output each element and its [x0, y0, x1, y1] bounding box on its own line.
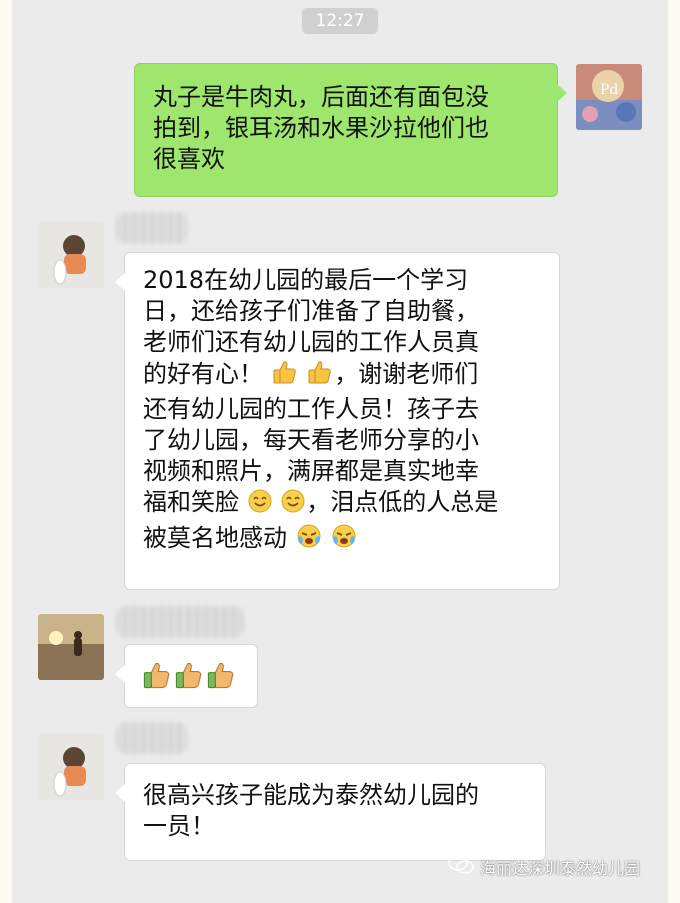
timestamp: 12:27 [302, 8, 378, 34]
sender-name-blurred [116, 212, 188, 244]
sender-avatar[interactable] [38, 614, 104, 680]
message-line: 福和笑脸 ，泪点低的人总是 [143, 487, 541, 522]
wechat-icon [448, 855, 474, 879]
message-line: 的好有心！ ，谢谢老师们 [143, 358, 541, 394]
message-line: 视频和照片，满屏都是真实地幸 [143, 457, 479, 485]
avatar-image [38, 734, 104, 800]
incoming-message-bubble[interactable] [115, 644, 258, 708]
message-line: 了幼儿园，每天看老师分享的小 [143, 426, 479, 454]
svg-text:Pd: Pd [600, 82, 618, 98]
message-line: 丸子是牛肉丸，后面还有面包没 [153, 83, 489, 111]
watermark: 海丽达深圳泰然幼儿园 [448, 855, 640, 879]
sender-name-blurred [116, 722, 188, 754]
message-line: 很喜欢 [153, 145, 225, 173]
crying-face-icon [330, 522, 358, 558]
message-text: 福和笑脸 [143, 488, 239, 516]
message-line: 拍到，银耳汤和水果沙拉他们也 [153, 114, 489, 142]
message-text: 的好有心！ [143, 360, 263, 388]
message-line: 很高兴孩子能成为泰然幼儿园的 [143, 781, 479, 809]
my-avatar[interactable]: Pd [576, 64, 642, 130]
sender-name-blurred [116, 606, 244, 638]
thumbs-up-icon [141, 659, 173, 699]
incoming-message-bubble[interactable]: 2018在幼儿园的最后一个学习 日，还给孩子们准备了自助餐， 老师们还有幼儿园的… [115, 252, 560, 590]
thumbs-up-icon [205, 659, 237, 699]
message-line: 还有幼儿园的工作人员！孩子去 [143, 395, 479, 423]
smile-icon [247, 488, 273, 522]
message-text: ，谢谢老师们 [334, 360, 479, 388]
crying-face-icon [295, 522, 323, 558]
avatar-image [38, 222, 104, 288]
left-border [0, 0, 12, 903]
message-text: 被莫名地感动 [143, 524, 287, 552]
message-text: ，泪点低的人总是 [306, 488, 499, 516]
avatar-image [38, 614, 104, 680]
outgoing-message-bubble[interactable]: 丸子是牛肉丸，后面还有面包没 拍到，银耳汤和水果沙拉他们也 很喜欢 [134, 63, 567, 197]
smile-icon [280, 488, 306, 522]
sender-avatar[interactable] [38, 222, 104, 288]
incoming-message-bubble[interactable]: 很高兴孩子能成为泰然幼儿园的 一员！ [115, 763, 546, 861]
watermark-text: 海丽达深圳泰然幼儿园 [479, 859, 640, 878]
message-line: 一员！ [143, 812, 215, 840]
sender-avatar[interactable] [38, 734, 104, 800]
right-border [668, 0, 680, 903]
message-line: 日，还给孩子们准备了自助餐， [143, 297, 479, 325]
thumbs-up-icon [271, 358, 299, 394]
message-line: 2018在幼儿园的最后一个学习 [143, 266, 469, 294]
thumbs-up-icon [173, 659, 205, 699]
message-line: 老师们还有幼儿园的工作人员真 [143, 328, 479, 356]
avatar-image: Pd [576, 64, 642, 130]
message-line: 被莫名地感动 [143, 522, 541, 558]
thumbs-up-icon [306, 358, 334, 394]
